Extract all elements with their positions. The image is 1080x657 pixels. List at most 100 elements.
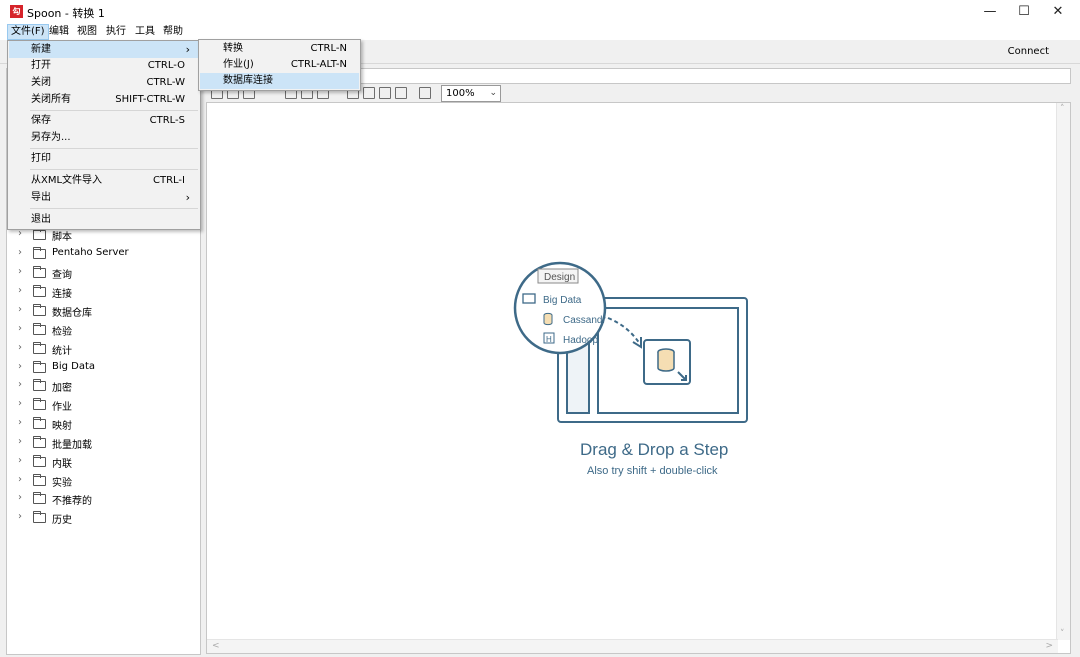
menu-bar: 文件(F) 编辑 视图 执行 工具 帮助	[0, 24, 1080, 40]
menu-item-close-all[interactable]: 关闭所有 SHIFT-CTRL-W	[9, 91, 199, 108]
chevron-right-icon[interactable]: ›	[18, 511, 22, 522]
menu-item-shortcut: CTRL-W	[146, 77, 185, 88]
menu-item-shortcut: CTRL-N	[310, 43, 347, 54]
explore-db-icon[interactable]	[395, 87, 407, 99]
menu-file[interactable]: 文件(F)	[7, 24, 49, 40]
tree-item[interactable]: › 连接	[7, 283, 197, 301]
menu-item-new[interactable]: 新建 ›	[9, 41, 199, 58]
tree-item[interactable]: › 实验	[7, 472, 197, 490]
menu-item-label: 另存为...	[31, 132, 71, 143]
chevron-right-icon[interactable]: ›	[18, 247, 22, 258]
tree-item-label: 实验	[52, 478, 72, 489]
menu-item-print[interactable]: 打印	[9, 150, 199, 167]
chevron-right-icon[interactable]: ›	[18, 398, 22, 409]
close-button[interactable]: ✕	[1040, 0, 1076, 24]
tree-item[interactable]: › 内联	[7, 453, 197, 471]
zoom-select[interactable]: 100% ⌄	[441, 85, 501, 102]
database-icon	[657, 352, 675, 372]
scroll-right-icon[interactable]: >	[1045, 641, 1053, 651]
chevron-right-icon[interactable]: ›	[18, 361, 22, 372]
minimize-button[interactable]: —	[972, 0, 1008, 24]
menu-item-label: 导出	[31, 192, 51, 203]
tree-item[interactable]: › 统计	[7, 340, 197, 358]
tree-item[interactable]: › 批量加载	[7, 434, 197, 452]
folder-icon	[33, 285, 46, 297]
menu-item-shortcut: SHIFT-CTRL-W	[115, 94, 185, 105]
tree-item[interactable]: › 历史	[7, 509, 197, 527]
chevron-right-icon[interactable]: ›	[18, 379, 22, 390]
scroll-up-icon[interactable]: ˄	[1060, 104, 1065, 114]
menu-item-save[interactable]: 保存 CTRL-S	[9, 112, 199, 129]
tree-item-label: 映射	[52, 421, 72, 432]
folder-icon	[33, 304, 46, 316]
horizontal-scrollbar[interactable]: < >	[207, 639, 1058, 653]
grid-icon[interactable]	[419, 87, 431, 99]
chevron-right-icon[interactable]: ›	[18, 285, 22, 296]
tree-item-label: 内联	[52, 459, 72, 470]
menu-edit[interactable]: 编辑	[46, 24, 72, 40]
vertical-scrollbar[interactable]: ˄ ˅	[1056, 103, 1070, 640]
menu-item-label: 保存	[31, 115, 51, 126]
menu-help[interactable]: 帮助	[160, 24, 186, 40]
tree-item[interactable]: › Pentaho Server	[7, 245, 197, 263]
menu-item-label: 打印	[31, 153, 51, 164]
connect-button[interactable]: Connect	[1008, 46, 1049, 57]
menu-item-new-db-connection[interactable]: 数据库连接	[200, 73, 359, 89]
tree-item-label: 统计	[52, 346, 72, 357]
chevron-right-icon[interactable]: ›	[18, 342, 22, 353]
tree-item-label: 数据仓库	[52, 308, 92, 319]
chevron-right-icon[interactable]: ›	[18, 436, 22, 447]
drag-drop-title: Drag & Drop a Step	[580, 440, 729, 459]
folder-icon	[33, 417, 46, 429]
menu-tools[interactable]: 工具	[132, 24, 158, 40]
tree-item-label: 检验	[52, 327, 72, 338]
chevron-right-icon[interactable]: ›	[18, 266, 22, 277]
menu-item-shortcut: CTRL-S	[149, 115, 185, 126]
menu-item-close[interactable]: 关闭 CTRL-W	[9, 74, 199, 91]
tree-item[interactable]: › Big Data	[7, 359, 197, 377]
tree-item[interactable]: › 作业	[7, 396, 197, 414]
drag-drop-illustration: Design Big Data Cassandr H Hadoop	[513, 261, 748, 423]
menu-item-new-transformation[interactable]: 转换 CTRL-N	[200, 41, 359, 57]
chevron-right-icon[interactable]: ›	[18, 417, 22, 428]
chevron-right-icon[interactable]: ›	[18, 474, 22, 485]
folder-icon	[33, 361, 46, 373]
tree-item[interactable]: › 数据仓库	[7, 302, 197, 320]
menu-item-new-job[interactable]: 作业(J) CTRL-ALT-N	[200, 57, 359, 73]
menu-item-label: 新建	[31, 44, 51, 55]
maximize-button[interactable]: ☐	[1006, 0, 1042, 24]
chevron-right-icon[interactable]: ›	[18, 323, 22, 334]
menu-item-import-xml[interactable]: 从XML文件导入 CTRL-I	[9, 172, 199, 189]
menu-item-save-as[interactable]: 另存为...	[9, 129, 199, 146]
menu-item-label: 作业(J)	[223, 59, 254, 70]
menu-item-exit[interactable]: 退出	[9, 211, 199, 228]
tree-item[interactable]: › 检验	[7, 321, 197, 339]
new-submenu: 转换 CTRL-N 作业(J) CTRL-ALT-N 数据库连接	[198, 39, 361, 91]
menu-item-export[interactable]: 导出 ›	[9, 189, 199, 206]
menu-separator	[30, 169, 198, 170]
chevron-right-icon[interactable]: ›	[18, 492, 22, 503]
cassandra-label: Cassandr	[563, 315, 606, 326]
menu-item-shortcut: CTRL-ALT-N	[290, 59, 347, 70]
impact-icon[interactable]	[363, 87, 375, 99]
scroll-left-icon[interactable]: <	[212, 641, 220, 651]
folder-icon	[33, 455, 46, 467]
menu-view[interactable]: 视图	[74, 24, 100, 40]
tree-item[interactable]: › 映射	[7, 415, 197, 433]
scroll-down-icon[interactable]: ˅	[1060, 629, 1065, 639]
tree-item[interactable]: › 不推荐的	[7, 490, 197, 508]
big-data-label: Big Data	[543, 295, 582, 306]
menu-run[interactable]: 执行	[103, 24, 129, 40]
chevron-right-icon[interactable]: ›	[18, 304, 22, 315]
hadoop-icon-letter: H	[546, 335, 552, 344]
sql-icon[interactable]	[379, 87, 391, 99]
tree-item-label: Big Data	[52, 361, 96, 372]
tree-item[interactable]: › 查询	[7, 264, 197, 282]
tree-item-label: 加密	[52, 383, 72, 394]
chevron-down-icon[interactable]: ⌄	[489, 86, 497, 101]
chevron-right-icon[interactable]: ›	[18, 455, 22, 466]
menu-item-open[interactable]: 打开 CTRL-O	[9, 57, 199, 74]
tree-item[interactable]: › 加密	[7, 377, 197, 395]
folder-icon	[33, 266, 46, 278]
menu-item-label: 关闭所有	[31, 94, 71, 105]
